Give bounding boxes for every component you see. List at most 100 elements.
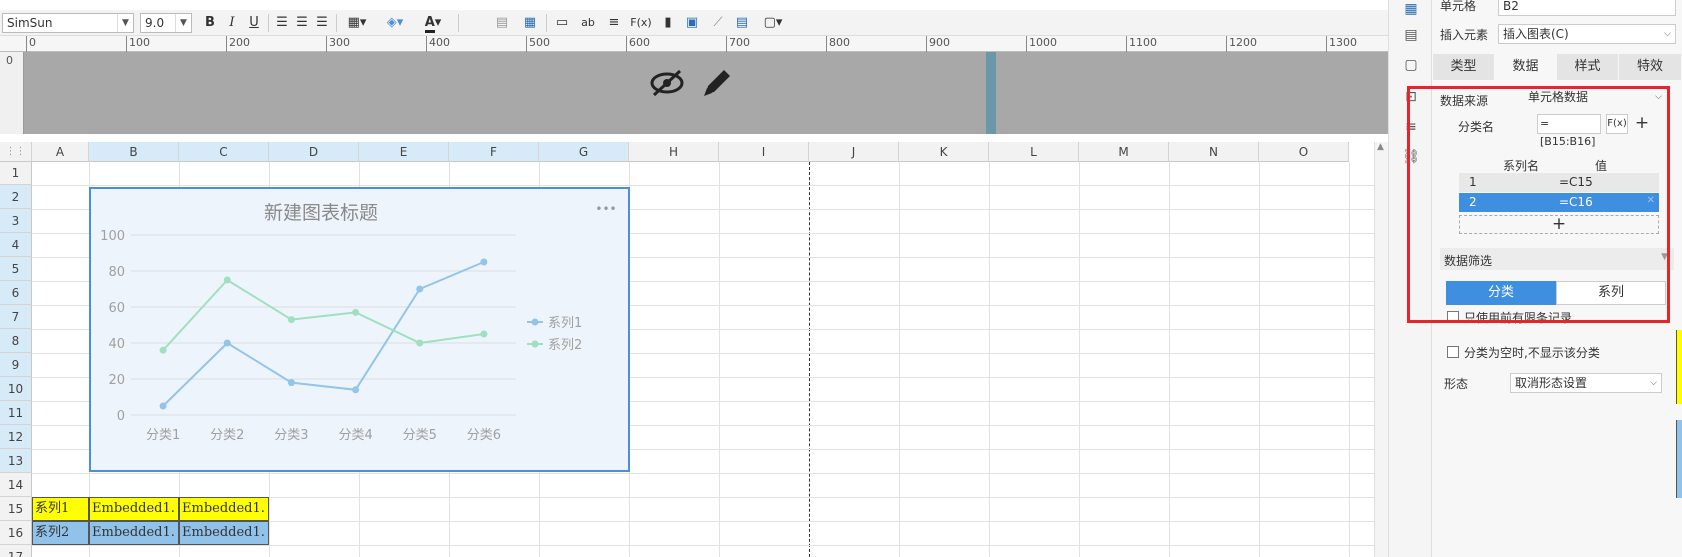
grid-icon[interactable]: ▦ <box>520 13 540 33</box>
align-left-icon[interactable]: ☰ <box>272 13 292 33</box>
column-header-e[interactable]: E <box>359 142 449 162</box>
hide-empty-category-checkbox[interactable] <box>1447 346 1459 358</box>
fill-color-icon[interactable]: ◈▾ <box>378 13 412 33</box>
chart-icon[interactable]: ▮ <box>658 13 678 33</box>
cell-c15[interactable]: Embedded1. <box>179 497 269 521</box>
column-header-f[interactable]: F <box>449 142 539 162</box>
row-header-15[interactable]: 15 <box>0 497 32 521</box>
data-point[interactable] <box>223 339 231 347</box>
insert-element-select[interactable]: 插入图表(C) ⌵ <box>1498 24 1676 44</box>
tab-data[interactable]: 数据 <box>1495 54 1556 80</box>
tab-effects[interactable]: 特效 <box>1619 54 1681 80</box>
data-point[interactable] <box>352 308 360 316</box>
row-header-10[interactable]: 10 <box>0 377 32 401</box>
column-header-j[interactable]: J <box>809 142 899 162</box>
row-header-17[interactable]: 17 <box>0 545 32 557</box>
merge-cells-icon[interactable]: ▤ <box>492 13 512 33</box>
legend-label[interactable]: 系列1 <box>548 316 582 331</box>
row-header-16[interactable]: 16 <box>0 521 32 545</box>
column-header-m[interactable]: M <box>1079 142 1169 162</box>
font-family-select[interactable]: SimSun ▼ <box>2 13 134 33</box>
row-header-6[interactable]: 6 <box>0 281 32 305</box>
align-right-icon[interactable]: ☰ <box>312 13 332 33</box>
filter-icon[interactable]: ⊡ <box>1402 88 1420 106</box>
cell-properties-icon[interactable]: ▦ <box>1402 0 1420 18</box>
edit-pencil-icon[interactable] <box>700 66 734 103</box>
cell-a15[interactable]: 系列1 <box>32 497 89 521</box>
filter-tab-series[interactable]: 系列 <box>1556 281 1666 305</box>
column-header-h[interactable]: H <box>629 142 719 162</box>
column-header-c[interactable]: C <box>179 142 269 162</box>
column-header-d[interactable]: D <box>269 142 359 162</box>
add-series-button[interactable]: + <box>1459 215 1659 234</box>
only-top-records-checkbox[interactable] <box>1447 311 1459 323</box>
chart-menu-icon[interactable]: ••• <box>595 202 616 216</box>
row-header-9[interactable]: 9 <box>0 353 32 377</box>
column-header-a[interactable]: A <box>32 142 89 162</box>
vertical-scrollbar[interactable]: ▲ <box>1374 142 1388 557</box>
data-source-select[interactable]: 单元格数据 ⌵ <box>1524 88 1664 108</box>
data-point[interactable] <box>416 339 424 347</box>
row-header-8[interactable]: 8 <box>0 329 32 353</box>
link-icon[interactable]: ⛓ <box>1402 148 1420 166</box>
align-center-icon[interactable]: ☰ <box>292 13 312 33</box>
data-point[interactable] <box>223 276 231 284</box>
row-header-12[interactable]: 12 <box>0 425 32 449</box>
column-header-b[interactable]: B <box>89 142 179 162</box>
form-icon[interactable]: ▤ <box>732 13 752 33</box>
template-icon[interactable]: ▤ <box>1402 26 1420 44</box>
category-range-input[interactable]: =[B15:B16] <box>1537 114 1601 148</box>
slash-icon[interactable]: ⟋ <box>708 13 728 33</box>
cell-a16[interactable]: 系列2 <box>32 521 89 545</box>
formula-icon[interactable]: F(x) <box>628 13 654 33</box>
cell-c16[interactable]: Embedded1. <box>179 521 269 545</box>
row-header-2[interactable]: 2 <box>0 185 32 209</box>
data-point[interactable] <box>159 402 167 410</box>
filter-tab-category[interactable]: 分类 <box>1446 281 1556 305</box>
border-style-icon[interactable]: ▢▾ <box>758 13 788 33</box>
series-row[interactable]: 1 =C15 <box>1459 173 1659 192</box>
insert-row-icon[interactable]: ▭ <box>552 13 572 33</box>
data-point[interactable] <box>480 258 488 266</box>
paragraph-icon[interactable]: ≡ <box>604 13 624 33</box>
cell-b15[interactable]: Embedded1. <box>89 497 179 521</box>
row-header-4[interactable]: 4 <box>0 233 32 257</box>
column-header-g[interactable]: G <box>539 142 629 162</box>
line-chart[interactable]: 新建图表标题 ••• 0 20 40 60 80 100 分类1 分类2 分类3 分类4 分类5 分… <box>89 187 630 472</box>
data-point[interactable] <box>480 330 488 338</box>
data-point[interactable] <box>416 285 424 293</box>
data-filter-section[interactable]: 数据筛选 ▼ <box>1440 248 1674 270</box>
select-all-corner[interactable]: ⋮⋮ <box>0 142 32 162</box>
bold-button[interactable]: B <box>200 13 220 33</box>
data-point[interactable] <box>287 379 295 387</box>
column-header-k[interactable]: K <box>899 142 989 162</box>
hide-eye-icon[interactable] <box>650 68 684 105</box>
tab-style[interactable]: 样式 <box>1557 54 1618 80</box>
underline-button[interactable]: U <box>244 13 264 33</box>
formula-button[interactable]: F(x) <box>1606 114 1628 134</box>
add-category-button[interactable]: + <box>1632 114 1652 134</box>
row-header-13[interactable]: 13 <box>0 449 32 473</box>
column-header-i[interactable]: I <box>719 142 809 162</box>
column-header-l[interactable]: L <box>989 142 1079 162</box>
frame-icon[interactable]: ▢ <box>1402 56 1420 74</box>
row-header-3[interactable]: 3 <box>0 209 32 233</box>
cell-b16[interactable]: Embedded1. <box>89 521 179 545</box>
legend-label[interactable]: 系列2 <box>548 338 582 353</box>
cell-field[interactable]: B2 <box>1498 0 1676 16</box>
scroll-up-icon[interactable]: ▲ <box>1377 142 1384 152</box>
data-point[interactable] <box>352 386 360 394</box>
font-color-icon[interactable]: A▾ <box>416 13 450 33</box>
row-header-11[interactable]: 11 <box>0 401 32 425</box>
row-header-5[interactable]: 5 <box>0 257 32 281</box>
header-resize-handle[interactable] <box>986 52 996 134</box>
column-header-n[interactable]: N <box>1169 142 1259 162</box>
series-row-selected[interactable]: 2 =C16 ✕ <box>1459 193 1659 212</box>
font-size-select[interactable]: 9.0 ▼ <box>140 13 192 33</box>
remove-series-icon[interactable]: ✕ <box>1647 195 1655 206</box>
text-ab-icon[interactable]: ab <box>578 13 598 33</box>
condition-icon[interactable]: ≡ <box>1402 118 1420 136</box>
row-header-14[interactable]: 14 <box>0 473 32 497</box>
shape-select[interactable]: 取消形态设置 ⌵ <box>1510 373 1662 393</box>
data-point[interactable] <box>159 346 167 354</box>
